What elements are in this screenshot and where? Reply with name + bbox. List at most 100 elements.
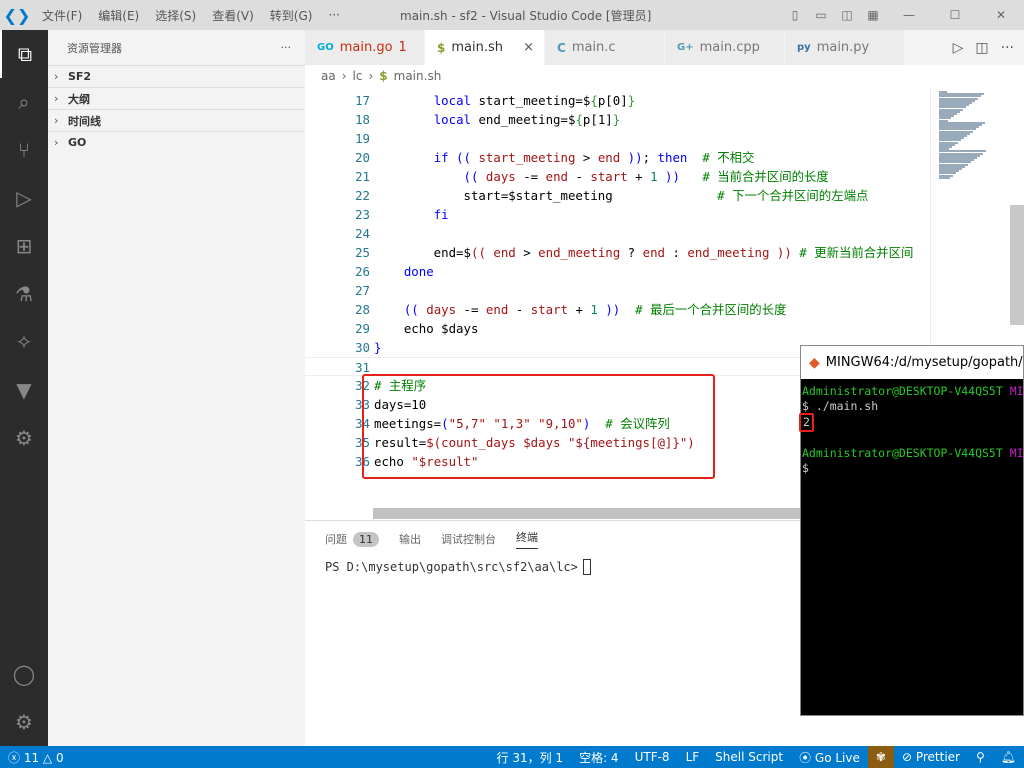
- error-count: 11: [23, 750, 40, 765]
- user-host: Administrator@DESKTOP-V44QS5T: [802, 384, 1003, 398]
- code-token: start_meeting: [478, 150, 576, 165]
- indentation[interactable]: 空格: 4: [571, 749, 627, 766]
- line-ending[interactable]: LF: [678, 750, 708, 764]
- code-token: }: [374, 340, 382, 355]
- code-token: echo $days: [374, 321, 479, 336]
- tab-main-sh[interactable]: $ main.sh ×: [425, 30, 545, 65]
- more-icon[interactable]: ···: [1001, 40, 1014, 56]
- breadcrumb-file[interactable]: main.sh: [394, 69, 442, 83]
- language-mode[interactable]: Shell Script: [707, 750, 791, 764]
- line-number: 35: [355, 435, 370, 450]
- notifications-bell-icon[interactable]: 🔔︎: [993, 750, 1024, 764]
- code-token: end: [642, 245, 665, 260]
- run-icon[interactable]: ▷: [953, 40, 964, 56]
- menu-go[interactable]: 转到(G): [262, 7, 321, 24]
- source-control-icon[interactable]: ⑂: [0, 126, 48, 174]
- filter-icon[interactable]: ▼: [0, 366, 48, 414]
- extension-status-icon[interactable]: ✾: [867, 746, 894, 768]
- section-timeline[interactable]: › 时间线: [48, 109, 305, 131]
- toggle-panel-icon[interactable]: ▭: [808, 8, 834, 22]
- go-live-button[interactable]: ⦿ Go Live: [791, 749, 868, 766]
- breadcrumb-aa[interactable]: aa: [321, 69, 336, 83]
- menu-more[interactable]: ···: [320, 8, 347, 22]
- tab-label: main.go: [339, 40, 393, 55]
- close-window-button[interactable]: ✕: [978, 8, 1024, 22]
- panel-tab-problems[interactable]: 问题 11: [325, 531, 379, 547]
- vscode-logo-icon: ❮❯: [3, 5, 31, 25]
- section-label: 时间线: [68, 114, 101, 128]
- panel-tab-output[interactable]: 输出: [399, 531, 421, 547]
- feedback-icon[interactable]: ⚲: [968, 750, 993, 764]
- line-number: 18: [355, 112, 370, 127]
- tab-main-py[interactable]: py main.py: [785, 30, 905, 65]
- prettier-button[interactable]: ⊘ Prettier: [894, 750, 968, 764]
- breadcrumb-lc[interactable]: lc: [353, 69, 363, 83]
- code-token: )): [769, 245, 792, 260]
- toggle-sidebar-icon[interactable]: ▯: [782, 8, 808, 22]
- code-line: 26 done: [305, 262, 930, 281]
- menu-view[interactable]: 查看(V): [204, 7, 262, 24]
- prettier-label: Prettier: [915, 750, 960, 764]
- encoding[interactable]: UTF-8: [627, 750, 678, 764]
- horizontal-scrollbar[interactable]: [373, 508, 803, 519]
- panel-tab-debug-console[interactable]: 调试控制台: [441, 531, 496, 547]
- chevron-right-icon: ›: [54, 70, 59, 83]
- menu-edit[interactable]: 编辑(E): [90, 7, 147, 24]
- gitlens-icon[interactable]: ✧: [0, 318, 48, 366]
- settings-gear-icon[interactable]: ⚙: [0, 698, 48, 746]
- title-bar: ❮❯ 文件(F) 编辑(E) 选择(S) 查看(V) 转到(G) ··· mai…: [0, 0, 1024, 30]
- code-token: # 最后一个合并区间的长度: [620, 302, 787, 317]
- code-line: 17 local start_meeting=${p[0]}: [305, 91, 930, 110]
- code-token: end: [493, 245, 516, 260]
- python-file-icon: py: [797, 42, 811, 53]
- testing-icon[interactable]: ⚗: [0, 270, 48, 318]
- vertical-scrollbar[interactable]: [1010, 205, 1024, 325]
- explorer-icon[interactable]: ⧉: [0, 30, 48, 78]
- problems-status[interactable]: ⓧ 11 △ 0: [0, 749, 72, 766]
- tab-label: main.py: [816, 40, 870, 55]
- code-token: -: [568, 169, 591, 184]
- more-actions-icon[interactable]: ···: [281, 41, 292, 54]
- cursor-position[interactable]: 行 31，列 1: [489, 749, 572, 766]
- chevron-right-icon: ›: [54, 136, 59, 149]
- code-token: end: [485, 302, 509, 317]
- code-line: 23 fi: [305, 205, 930, 224]
- code-token: local: [433, 93, 471, 108]
- maximize-button[interactable]: ☐: [932, 8, 978, 22]
- section-sf2[interactable]: › SF2: [48, 65, 305, 87]
- panel-tab-terminal[interactable]: 终端: [516, 529, 538, 549]
- menu-selection[interactable]: 选择(S): [147, 7, 204, 24]
- tab-main-c[interactable]: Cmain.c: [545, 30, 665, 65]
- user-host: Administrator@DESKTOP-V44QS5T: [802, 446, 1003, 460]
- mintty-window[interactable]: ◆ MINGW64:/d/mysetup/gopath/src Administr…: [799, 345, 1024, 716]
- explorer-sidebar: 资源管理器 ··· › SF2 › 大纲 › 时间线 › GO: [48, 30, 305, 746]
- code-token: p[1]: [582, 112, 613, 127]
- line-number: 21: [355, 169, 370, 184]
- extensions-icon[interactable]: ⊞: [0, 222, 48, 270]
- run-debug-icon[interactable]: ▷: [0, 174, 48, 222]
- menu-file[interactable]: 文件(F): [34, 7, 90, 24]
- section-label: 大纲: [68, 92, 90, 106]
- account-icon[interactable]: ◯: [0, 650, 48, 698]
- search-icon[interactable]: ⌕: [0, 78, 48, 126]
- split-layout-icon[interactable]: ◫: [834, 8, 860, 22]
- line-number: 31: [355, 360, 370, 375]
- section-outline[interactable]: › 大纲: [48, 87, 305, 109]
- code-line: 22 start=$start_meeting # 下一个合并区间的左端点: [305, 186, 930, 205]
- section-go[interactable]: › GO: [48, 131, 305, 153]
- tab-main-go[interactable]: GO main.go 1: [305, 30, 425, 65]
- code-line: 27: [305, 281, 930, 300]
- code-text: local end_meeting=${p[1]}: [374, 110, 621, 129]
- close-tab-icon[interactable]: ×: [523, 40, 534, 55]
- minimize-button[interactable]: —: [886, 8, 932, 22]
- tab-main-cpp[interactable]: G+ main.cpp: [665, 30, 785, 65]
- customize-layout-icon[interactable]: ▦: [860, 8, 886, 22]
- code-token: # 当前合并区间的长度: [679, 169, 829, 184]
- remote-explorer-icon[interactable]: ⚙: [0, 414, 48, 462]
- split-editor-icon[interactable]: ◫: [975, 40, 988, 56]
- code-token: ((: [403, 302, 427, 317]
- editor-tabs: GO main.go 1 $ main.sh × Cmain.c G+ main.cpp …: [305, 30, 1024, 65]
